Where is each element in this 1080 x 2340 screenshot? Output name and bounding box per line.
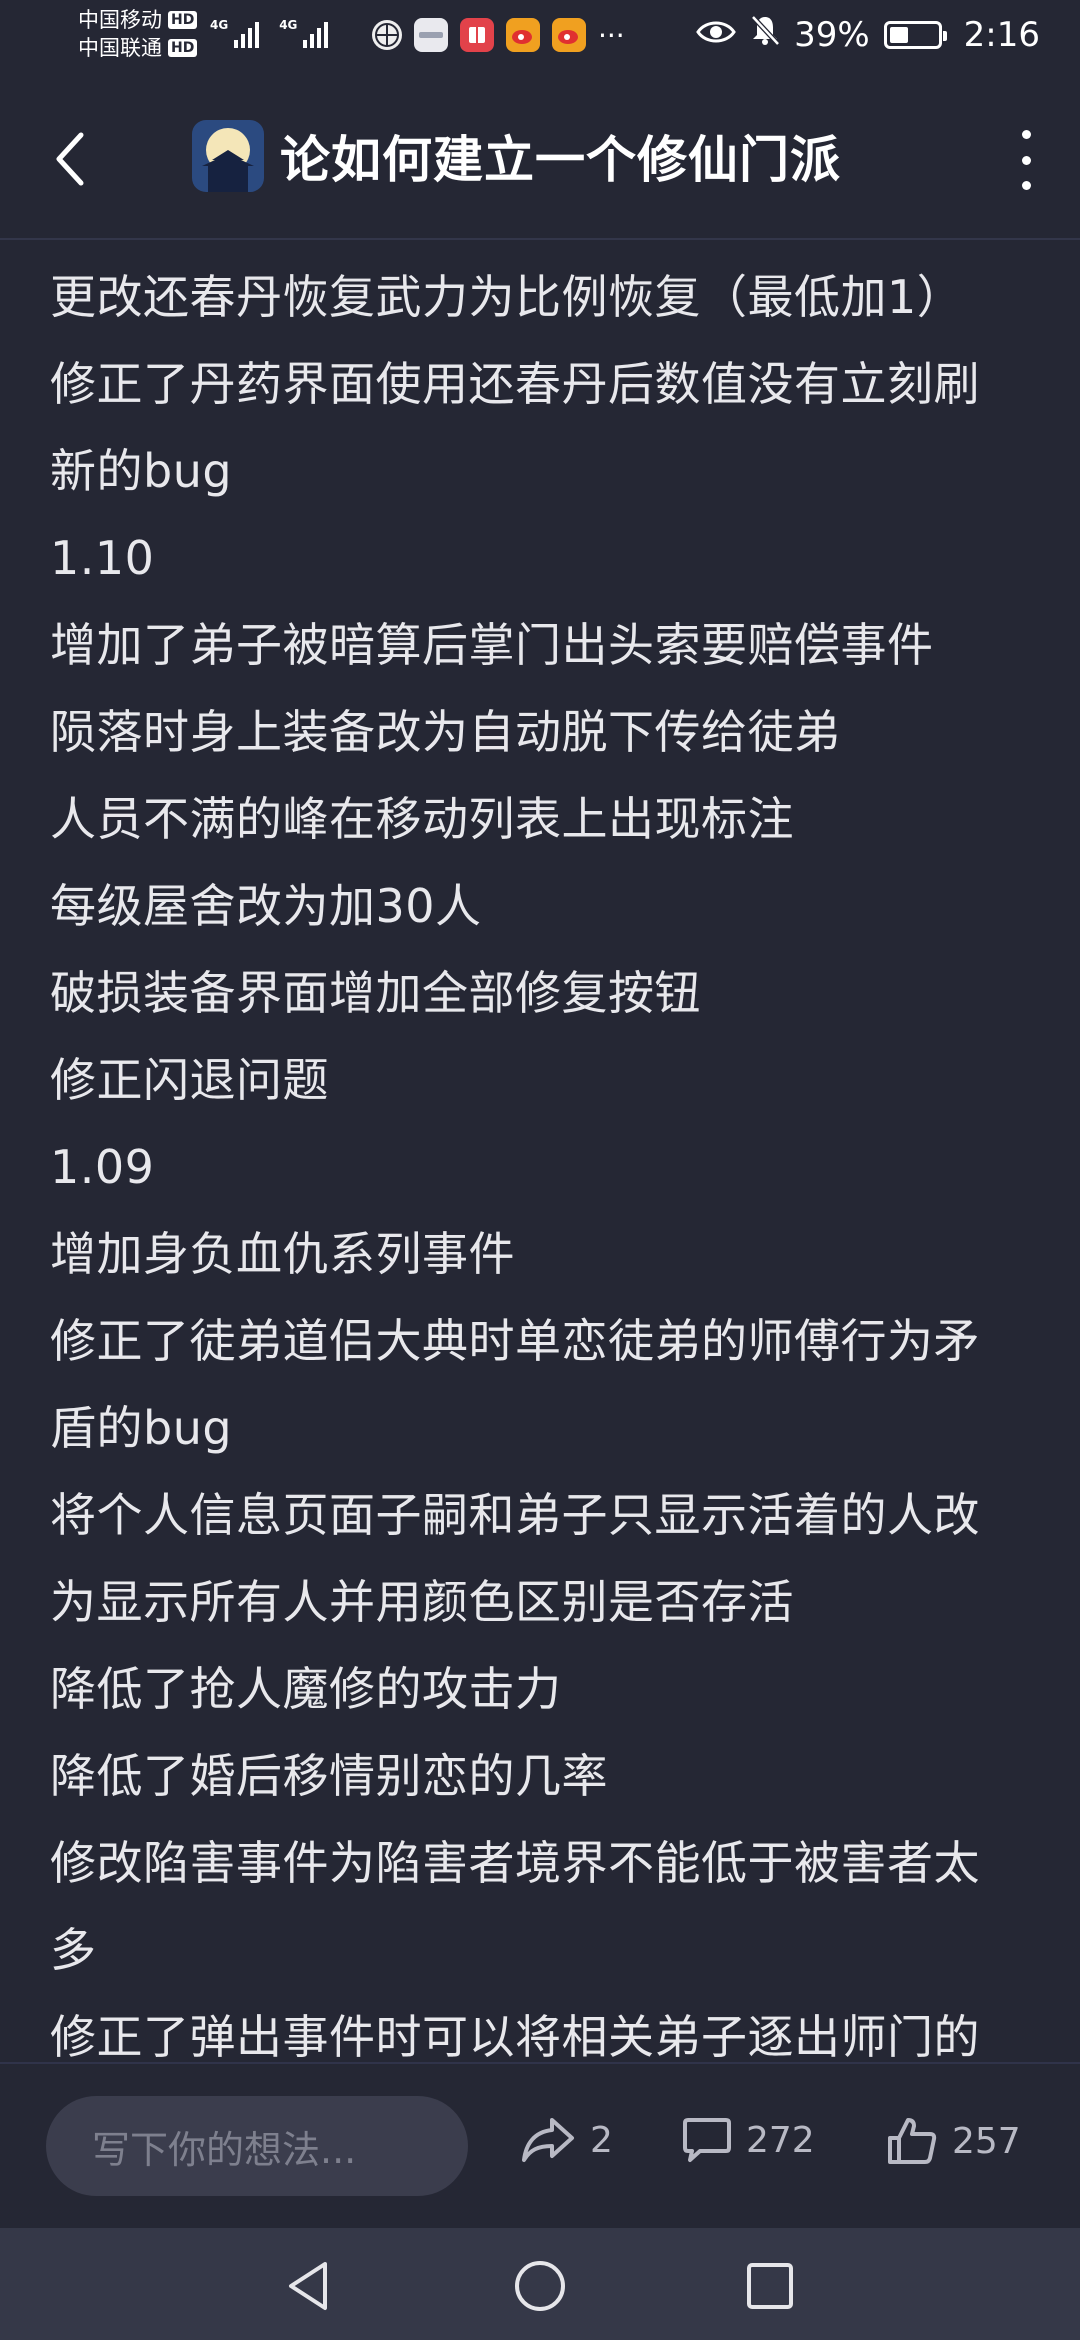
content-line: 修正闪退问题 (50, 1053, 329, 1107)
carrier-2-label: 中国联通 (78, 36, 162, 60)
content-line: 人员不满的峰在移动列表上出现标注 (50, 792, 794, 846)
content-line: 修改陷害事件为陷害者境界不能低于被害者太 (50, 1836, 980, 1890)
dot-icon (1021, 130, 1031, 139)
back-button[interactable] (40, 126, 100, 192)
content-line: 盾的bug (50, 1401, 233, 1455)
comment-count: 272 (746, 2119, 815, 2161)
book-app-icon (460, 18, 494, 52)
huawei-app-icon (414, 18, 448, 52)
thumbs-up-icon (888, 2118, 937, 2164)
content-line: 更改还春丹恢复武力为比例恢复（最低加1） (50, 270, 964, 324)
content-line: 陨落时身上装备改为自动脱下传给徒弟 (50, 705, 841, 759)
share-icon (522, 2118, 574, 2162)
update-log-content[interactable]: 更改还春丹恢复武力为比例恢复（最低加1） 修正了丹药界面使用还春丹后数值没有立刻… (50, 254, 1040, 2062)
carrier-1-label: 中国移动 (78, 8, 162, 32)
signal-bars-icon (234, 18, 260, 48)
signal-indicators: 4G 4G (210, 18, 344, 48)
nav-recents-button[interactable] (740, 2256, 800, 2316)
triangle-back-icon (289, 2262, 327, 2310)
comment-input[interactable]: 写下你的想法... (46, 2096, 468, 2196)
comment-input-placeholder: 写下你的想法... (92, 2127, 357, 2172)
more-options-button[interactable] (1016, 130, 1036, 190)
dot-icon (1021, 181, 1031, 190)
weibo-app-icon (552, 18, 586, 52)
share-count: 2 (590, 2119, 613, 2161)
content-line: 将个人信息页面子嗣和弟子只显示活着的人改 (50, 1488, 980, 1542)
eye-comfort-icon (696, 15, 736, 55)
signal-bars-icon (303, 18, 329, 48)
circle-home-icon (515, 2261, 565, 2311)
content-line: 每级屋舍改为加30人 (50, 879, 482, 933)
comment-button[interactable]: 272 (682, 2116, 815, 2164)
basketball-app-icon (372, 20, 402, 50)
bottom-action-bar: 写下你的想法... 2 272 257 (0, 2062, 1080, 2228)
nav-home-button[interactable] (510, 2256, 570, 2316)
content-line: 增加了弟子被暗算后掌门出头索要赔偿事件 (50, 618, 934, 672)
network-type-1: 4G (210, 18, 229, 32)
dot-icon (1021, 155, 1031, 165)
content-line: 修正了丹药界面使用还春丹后数值没有立刻刷 (50, 357, 980, 411)
version-number: 1.09 (50, 1140, 155, 1194)
weibo-app-icon (506, 18, 540, 52)
page-title: 论如何建立一个修仙门派 (280, 131, 841, 189)
battery-icon (883, 20, 947, 49)
notification-icons: ··· (372, 18, 625, 52)
content-line: 破损装备界面增加全部修复按钮 (50, 966, 701, 1020)
status-right-group: 39% 2:16 (696, 14, 1040, 55)
content-line: 新的bug (50, 444, 233, 498)
content-line: 降低了婚后移情别恋的几率 (50, 1749, 608, 1803)
mute-bell-icon (750, 14, 780, 55)
content-line: 增加身负血仇系列事件 (50, 1227, 515, 1281)
chevron-left-icon (56, 132, 84, 186)
content-line: 降低了抢人魔修的攻击力 (50, 1662, 562, 1716)
network-type-2: 4G (279, 18, 298, 32)
like-count: 257 (952, 2120, 1021, 2162)
clock-time: 2:16 (963, 14, 1040, 55)
status-bar: 中国移动 HD 中国联通 HD 4G 4G ··· 39% 2:16 (0, 0, 1080, 80)
nav-back-button[interactable] (278, 2256, 338, 2316)
hd-badge: HD (168, 11, 198, 29)
battery-level (889, 26, 908, 43)
content-line: 修正了徒弟道侣大典时单恋徒弟的师傅行为矛 (50, 1314, 980, 1368)
hd-badge: HD (168, 39, 198, 57)
content-line: 修正了弹出事件时可以将相关弟子逐出师门的 (50, 2010, 980, 2062)
content-line: 为显示所有人并用颜色区别是否存活 (50, 1575, 794, 1629)
carrier-info: 中国移动 HD 中国联通 HD (78, 6, 198, 62)
header-divider (0, 238, 1080, 240)
more-notifications-icon: ··· (598, 18, 625, 52)
content-line: 多 (50, 1923, 97, 1977)
like-button[interactable]: 257 (886, 2116, 1021, 2166)
page-header: 论如何建立一个修仙门派 (0, 80, 1080, 238)
share-button[interactable]: 2 (520, 2116, 613, 2164)
battery-percent: 39% (794, 14, 870, 55)
game-title-group[interactable]: 论如何建立一个修仙门派 (192, 120, 841, 192)
version-number: 1.10 (50, 531, 155, 585)
comment-bubble-icon (683, 2118, 731, 2162)
game-icon (192, 120, 264, 192)
square-recents-icon (747, 2263, 793, 2309)
system-navigation-bar (0, 2228, 1080, 2340)
